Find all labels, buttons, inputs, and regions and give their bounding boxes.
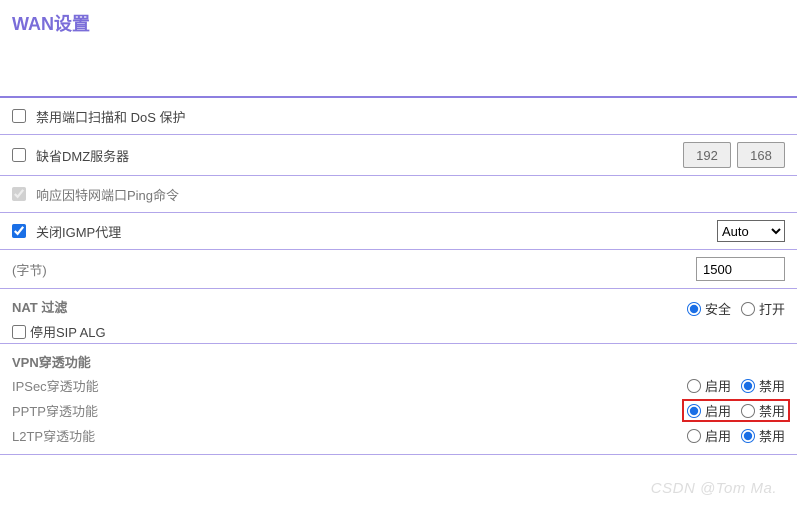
checkbox-sip[interactable]	[12, 325, 26, 339]
radio-ipsec-disable[interactable]	[741, 379, 755, 393]
radio-ipsec-disable-label[interactable]: 禁用	[741, 376, 785, 395]
checkbox-igmp[interactable]	[12, 224, 26, 238]
separator	[0, 454, 797, 455]
label-sip: 停用SIP ALG	[30, 322, 106, 341]
row-ping: 响应因特网端口Ping命令	[0, 176, 797, 212]
radio-nat-secure-label[interactable]: 安全	[687, 299, 731, 318]
input-dmz-ip2[interactable]	[737, 142, 785, 168]
label-pptp: PPTP穿透功能	[12, 401, 687, 420]
checkbox-ping	[12, 187, 26, 201]
radio-pptp-disable-text: 禁用	[759, 401, 785, 420]
row-igmp: 关闭IGMP代理 Auto	[0, 213, 797, 249]
label-mtu: (字节)	[12, 260, 47, 279]
row-portscan: 禁用端口扫描和 DoS 保护	[0, 98, 797, 134]
radio-l2tp-disable-text: 禁用	[759, 426, 785, 445]
radio-ipsec-enable[interactable]	[687, 379, 701, 393]
radio-nat-open-text: 打开	[759, 299, 785, 318]
radio-l2tp-enable-label[interactable]: 启用	[687, 426, 731, 445]
radio-l2tp-disable[interactable]	[741, 429, 755, 443]
radio-pptp-enable-label[interactable]: 启用	[687, 401, 731, 420]
label-ipsec: IPSec穿透功能	[12, 376, 687, 395]
radio-ipsec-enable-text: 启用	[705, 376, 731, 395]
radio-pptp-enable[interactable]	[687, 404, 701, 418]
radio-l2tp-enable-text: 启用	[705, 426, 731, 445]
select-igmp[interactable]: Auto	[717, 220, 785, 242]
radio-pptp-enable-text: 启用	[705, 401, 731, 420]
radio-pptp-disable-label[interactable]: 禁用	[741, 401, 785, 420]
label-ping: 响应因特网端口Ping命令	[36, 185, 179, 204]
radio-l2tp-disable-label[interactable]: 禁用	[741, 426, 785, 445]
radio-nat-secure-text: 安全	[705, 299, 731, 318]
label-igmp: 关闭IGMP代理	[36, 222, 121, 241]
watermark: CSDN @Tom Ma.	[651, 480, 777, 497]
row-pptp: PPTP穿透功能 启用 禁用	[0, 398, 797, 423]
row-dmz: 缺省DMZ服务器	[0, 135, 797, 175]
checkbox-dmz[interactable]	[12, 148, 26, 162]
radio-nat-secure[interactable]	[687, 302, 701, 316]
radio-nat-open-label[interactable]: 打开	[741, 299, 785, 318]
label-portscan: 禁用端口扫描和 DoS 保护	[36, 107, 186, 126]
vpn-title: VPN穿透功能	[0, 344, 797, 373]
label-dmz: 缺省DMZ服务器	[36, 146, 129, 165]
radio-ipsec-enable-label[interactable]: 启用	[687, 376, 731, 395]
label-l2tp: L2TP穿透功能	[12, 426, 687, 445]
radio-l2tp-enable[interactable]	[687, 429, 701, 443]
radio-nat-open[interactable]	[741, 302, 755, 316]
input-dmz-ip1[interactable]	[683, 142, 731, 168]
row-l2tp: L2TP穿透功能 启用 禁用	[0, 423, 797, 448]
highlight-pptp: 启用 禁用	[682, 399, 790, 422]
checkbox-portscan[interactable]	[12, 109, 26, 123]
radio-pptp-disable[interactable]	[741, 404, 755, 418]
input-mtu[interactable]	[696, 257, 785, 281]
nat-title: NAT 过滤	[12, 297, 687, 316]
row-ipsec: IPSec穿透功能 启用 禁用	[0, 373, 797, 398]
page-title: WAN设置	[12, 14, 90, 34]
radio-ipsec-disable-text: 禁用	[759, 376, 785, 395]
row-nat: NAT 过滤 停用SIP ALG 安全 打开	[0, 289, 797, 343]
row-mtu: (字节)	[0, 250, 797, 288]
